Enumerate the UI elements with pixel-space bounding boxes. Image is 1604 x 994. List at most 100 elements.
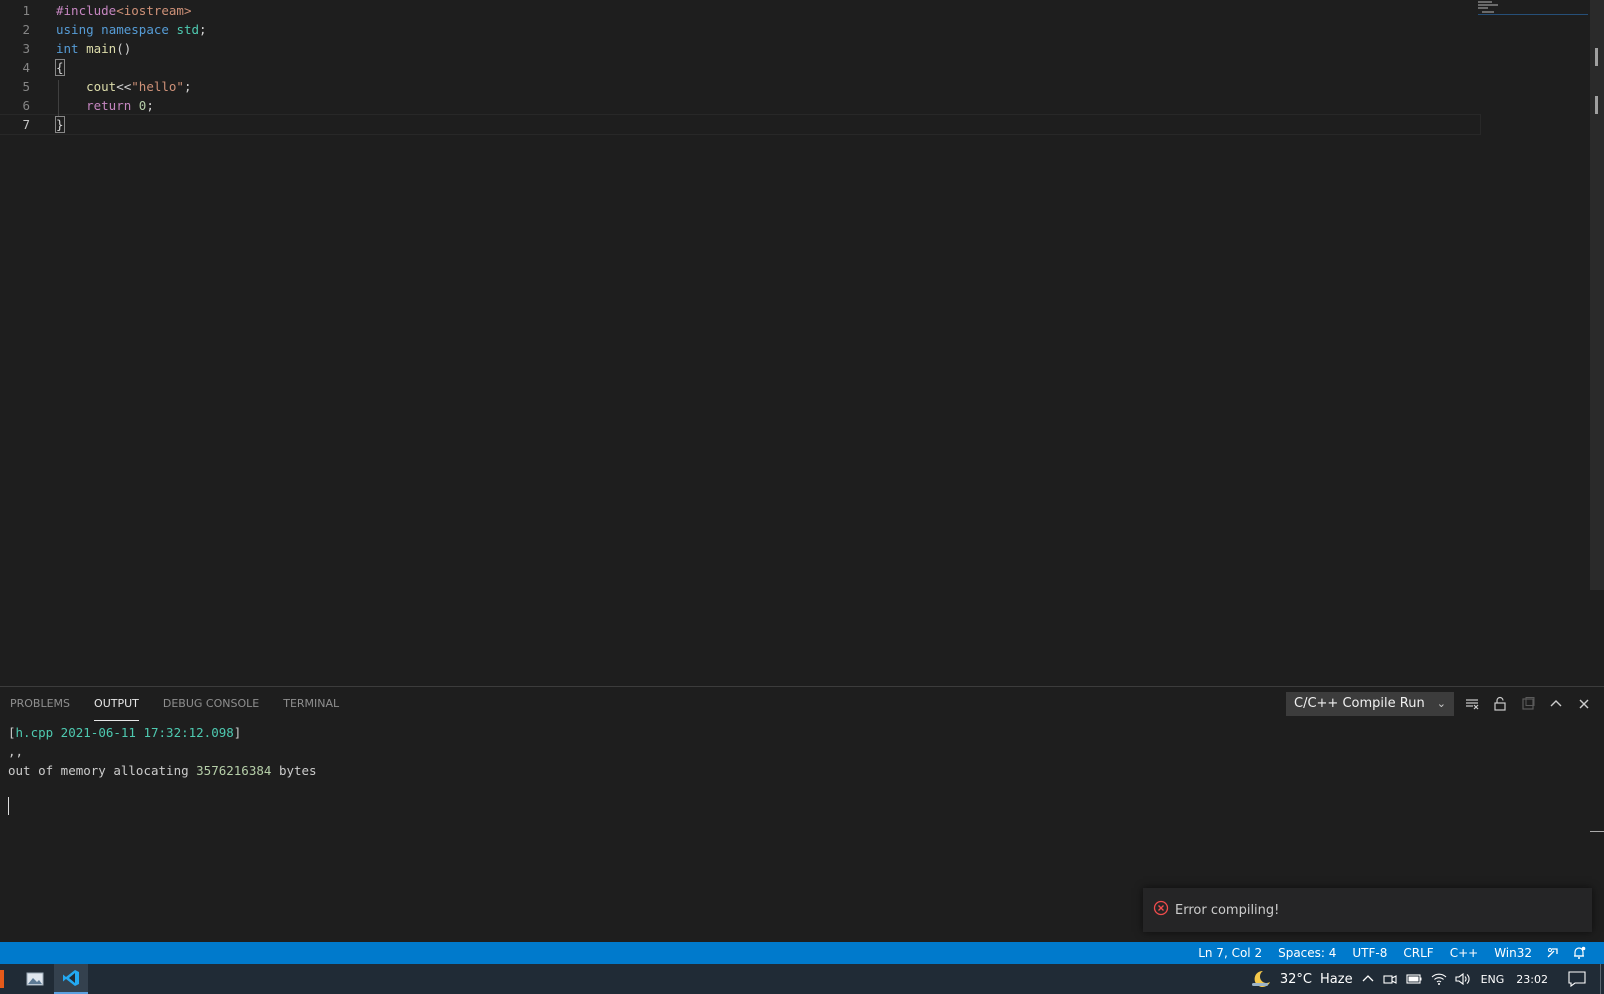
scrollbar-marker bbox=[1590, 831, 1604, 832]
status-bar: Ln 7, Col 2 Spaces: 4 UTF-8 CRLF C++ Win… bbox=[0, 942, 1604, 964]
line-number: 2 bbox=[22, 22, 30, 37]
editor[interactable]: 1 #include<iostream> 2 using namespace std;… bbox=[0, 0, 1604, 686]
code-line[interactable]: 5 cout<<"hello"; bbox=[0, 77, 1480, 96]
lock-scroll-icon[interactable] bbox=[1490, 694, 1510, 714]
code-text: using namespace std; bbox=[56, 20, 207, 39]
code-token: int bbox=[56, 41, 79, 56]
code-line[interactable]: 7} bbox=[0, 114, 1481, 135]
minimap-current-line bbox=[1478, 14, 1588, 15]
notification-message: Error compiling! bbox=[1175, 902, 1280, 918]
indent-guide bbox=[58, 80, 59, 116]
code-text: } bbox=[55, 115, 65, 134]
clock-time[interactable]: 23:02 bbox=[1510, 973, 1554, 986]
platform[interactable]: Win32 bbox=[1486, 942, 1540, 964]
line-number: 7 bbox=[22, 117, 30, 132]
code-line[interactable]: 4{ bbox=[0, 58, 1480, 77]
notifications-bell-icon[interactable] bbox=[1566, 942, 1592, 964]
maximize-panel-icon[interactable] bbox=[1546, 694, 1566, 714]
input-language[interactable]: ENG bbox=[1475, 973, 1511, 986]
code-token: } bbox=[55, 116, 65, 133]
taskbar-vscode-icon[interactable] bbox=[54, 964, 88, 994]
minimap-line bbox=[1478, 1, 1492, 3]
scrollbar-marker bbox=[1595, 96, 1598, 114]
line-number: 5 bbox=[22, 79, 30, 94]
line-number: 4 bbox=[22, 60, 30, 75]
code-token: ; bbox=[199, 22, 207, 37]
code-token: ; bbox=[146, 98, 154, 113]
editor-scrollbar[interactable] bbox=[1590, 0, 1604, 590]
taskbar-app-edge bbox=[0, 970, 4, 988]
code-text: return 0; bbox=[56, 96, 154, 115]
minimap-line bbox=[1478, 4, 1498, 6]
code-line[interactable]: 1 #include<iostream> bbox=[0, 1, 1480, 20]
panel-tabs: PROBLEMS OUTPUT DEBUG CONSOLE TERMINAL bbox=[10, 687, 339, 721]
code-line[interactable]: 3 int main() bbox=[0, 39, 1480, 58]
error-circle-icon bbox=[1153, 900, 1169, 920]
code-text: { bbox=[55, 58, 65, 77]
code-area[interactable]: 1 #include<iostream> 2 using namespace std;… bbox=[0, 1, 1481, 135]
indentation[interactable]: Spaces: 4 bbox=[1270, 942, 1344, 964]
output-channel-label: C/C++ Compile Run bbox=[1294, 696, 1425, 711]
line-number: 6 bbox=[22, 98, 30, 113]
system-tray: 32°C Haze ENG 23:02 bbox=[1246, 964, 1604, 994]
code-token: "hello" bbox=[131, 79, 184, 94]
output-line: [h.cpp 2021-06-11 17:32:12.098] bbox=[8, 725, 242, 740]
clear-output-icon[interactable] bbox=[1462, 694, 1482, 714]
output-content[interactable]: [h.cpp 2021-06-11 17:32:12.098] ,, out o… bbox=[8, 723, 1578, 780]
output-byte-count: 3576216384 bbox=[196, 763, 272, 778]
code-token: std bbox=[176, 22, 200, 37]
error-notification[interactable]: Error compiling! bbox=[1143, 888, 1592, 932]
chevron-up-icon[interactable] bbox=[1357, 964, 1379, 994]
output-line: ,, bbox=[8, 744, 24, 759]
text-cursor bbox=[8, 797, 9, 815]
minimap-line bbox=[1482, 11, 1494, 13]
taskbar-photos-icon[interactable] bbox=[18, 964, 52, 994]
battery-icon[interactable] bbox=[1401, 964, 1427, 994]
code-line[interactable]: 2 using namespace std; bbox=[0, 20, 1480, 39]
action-center-icon[interactable] bbox=[1554, 964, 1600, 994]
tab-problems[interactable]: PROBLEMS bbox=[10, 687, 70, 721]
tab-terminal[interactable]: TERMINAL bbox=[283, 687, 339, 721]
code-token: ; bbox=[183, 79, 192, 94]
output-line: out of memory allocating 3576216384 byte… bbox=[8, 763, 317, 778]
code-text: #include<iostream> bbox=[56, 1, 191, 20]
code-token: main bbox=[86, 41, 117, 56]
code-text: cout<<"hello"; bbox=[56, 77, 192, 96]
scrollbar-marker bbox=[1595, 48, 1598, 66]
feedback-icon[interactable] bbox=[1540, 942, 1566, 964]
show-desktop-button[interactable] bbox=[1600, 964, 1604, 994]
minimap-line bbox=[1478, 7, 1488, 9]
tab-output[interactable]: OUTPUT bbox=[94, 687, 139, 721]
code-token: #include bbox=[56, 3, 117, 18]
open-log-icon[interactable] bbox=[1518, 694, 1538, 714]
volume-icon[interactable] bbox=[1451, 964, 1475, 994]
code-token: cout bbox=[86, 79, 117, 94]
language-mode[interactable]: C++ bbox=[1442, 942, 1487, 964]
output-file-timestamp: h.cpp 2021-06-11 17:32:12.098 bbox=[15, 725, 234, 740]
weather-moon-icon[interactable] bbox=[1246, 964, 1276, 994]
line-ending[interactable]: CRLF bbox=[1395, 942, 1441, 964]
weather-temperature[interactable]: 32°C bbox=[1276, 972, 1316, 987]
code-line[interactable]: 6 return 0; bbox=[0, 96, 1480, 115]
code-token: return bbox=[86, 98, 132, 113]
panel-scrollbar[interactable] bbox=[1590, 721, 1604, 943]
weather-condition[interactable]: Haze bbox=[1316, 972, 1357, 987]
code-token: <iostream> bbox=[116, 3, 192, 18]
cursor-position[interactable]: Ln 7, Col 2 bbox=[1190, 942, 1270, 964]
file-encoding[interactable]: UTF-8 bbox=[1344, 942, 1395, 964]
chevron-down-icon: ⌄ bbox=[1436, 697, 1446, 710]
minimap[interactable] bbox=[1478, 0, 1590, 30]
output-channel-select[interactable]: C/C++ Compile Run ⌄ bbox=[1286, 692, 1454, 716]
windows-taskbar: 32°C Haze ENG 23:02 bbox=[0, 964, 1604, 994]
tab-debug-console[interactable]: DEBUG CONSOLE bbox=[163, 687, 259, 721]
code-token: () bbox=[116, 41, 132, 56]
code-text: int main() bbox=[56, 39, 131, 58]
line-number: 3 bbox=[22, 41, 30, 56]
wifi-icon[interactable] bbox=[1427, 964, 1451, 994]
close-panel-icon[interactable] bbox=[1574, 694, 1594, 714]
meet-now-icon[interactable] bbox=[1379, 964, 1401, 994]
